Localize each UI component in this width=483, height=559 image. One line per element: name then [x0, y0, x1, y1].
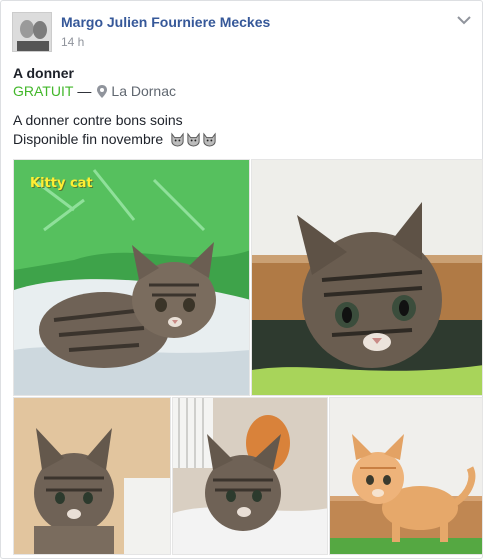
photo-caption: Kitty cat	[30, 176, 93, 191]
cat-face-emoji	[203, 132, 216, 147]
chevron-down-icon[interactable]	[456, 13, 472, 25]
listing-photo-1[interactable]: Kitty cat	[13, 159, 250, 396]
listing-description: A donner contre bons soins Disponible fi…	[13, 111, 217, 149]
listing-photo-2[interactable]	[251, 159, 483, 396]
description-line: A donner contre bons soins	[13, 112, 183, 128]
listing-title: A donner	[13, 65, 74, 81]
separator: —	[77, 83, 92, 99]
price-location-row: GRATUIT — La Dornac	[13, 83, 176, 99]
author-name-link[interactable]: Margo Julien Fourniere Meckes	[61, 14, 270, 30]
marketplace-post-card: Margo Julien Fourniere Meckes 14 h A don…	[0, 0, 483, 559]
listing-photo-4[interactable]	[172, 397, 328, 555]
listing-price: GRATUIT	[13, 83, 74, 99]
cat-face-emoji-group	[170, 132, 217, 147]
listing-photo-5[interactable]	[329, 397, 483, 555]
post-timestamp[interactable]: 14 h	[61, 35, 84, 49]
description-text: Disponible fin novembre	[13, 131, 164, 147]
description-line: Disponible fin novembre	[13, 130, 217, 149]
cat-face-emoji	[187, 132, 200, 147]
cat-face-emoji	[171, 132, 184, 147]
map-pin-icon	[97, 84, 108, 98]
author-avatar[interactable]	[12, 12, 52, 52]
listing-location[interactable]: La Dornac	[111, 83, 176, 99]
listing-photo-3[interactable]	[13, 397, 171, 555]
